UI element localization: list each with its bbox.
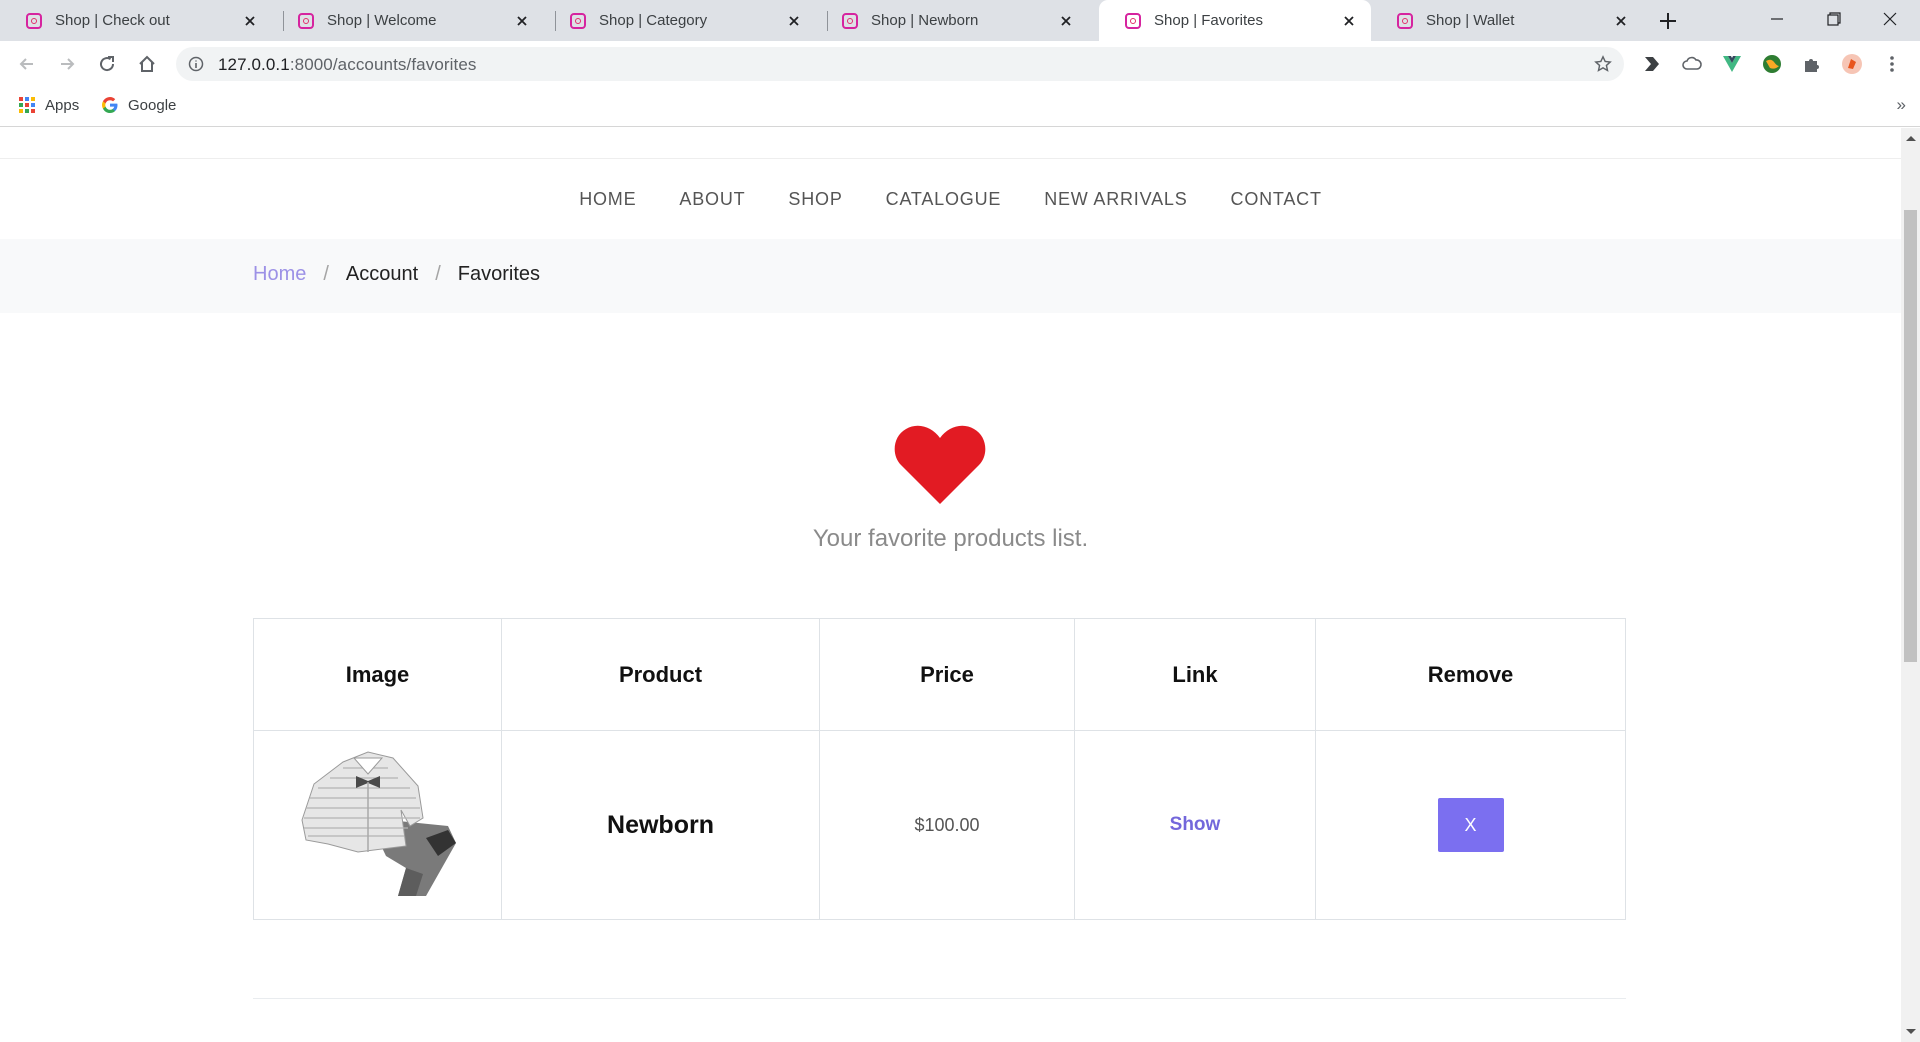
back-button[interactable]: [13, 50, 41, 78]
instagram-favicon-icon: [570, 12, 586, 29]
menu-kebab-icon[interactable]: [1881, 53, 1903, 75]
product-image[interactable]: [298, 748, 458, 898]
tab-title: Shop | Welcome: [327, 12, 437, 29]
close-icon[interactable]: [242, 13, 258, 29]
extension-arrow-icon[interactable]: [1641, 53, 1663, 75]
bookmark-google[interactable]: Google: [101, 96, 176, 114]
tab-title: Shop | Newborn: [871, 12, 979, 29]
main-nav: HOME ABOUT SHOP CATALOGUE NEW ARRIVALS C…: [0, 159, 1901, 239]
profile-avatar-icon[interactable]: [1841, 53, 1863, 75]
browser-tab[interactable]: Shop | Newborn: [816, 0, 1088, 41]
close-icon[interactable]: [514, 13, 530, 29]
divider: [253, 998, 1626, 999]
bookmark-star-icon[interactable]: [1594, 55, 1612, 73]
scroll-down-arrow-icon[interactable]: [1906, 1029, 1916, 1034]
page-viewport: HOME ABOUT SHOP CATALOGUE NEW ARRIVALS C…: [0, 128, 1901, 1042]
show-product-link[interactable]: Show: [1170, 814, 1221, 835]
nav-item-home[interactable]: HOME: [579, 189, 636, 210]
breadcrumb-home-link[interactable]: Home: [253, 263, 306, 286]
heart-icon: [894, 425, 986, 504]
close-window-icon[interactable]: [1875, 6, 1905, 32]
instagram-favicon-icon: [298, 12, 314, 29]
bookmarks-bar: Apps Google »: [0, 87, 1920, 127]
restore-icon[interactable]: [1818, 6, 1848, 32]
extensions-puzzle-icon[interactable]: [1801, 53, 1823, 75]
new-tab-plus-icon[interactable]: [1655, 8, 1681, 34]
product-price: $100.00: [914, 814, 980, 835]
url-text[interactable]: 127.0.0.1:8000/accounts/favorites: [218, 55, 477, 75]
product-name-cell: Newborn: [501, 730, 820, 920]
info-icon[interactable]: [188, 56, 204, 72]
instagram-favicon-icon: [26, 12, 42, 29]
breadcrumb-bar: Home / Account / Favorites: [0, 239, 1901, 313]
bookmarks-overflow-button[interactable]: »: [1897, 95, 1906, 115]
breadcrumb-current: Favorites: [457, 263, 540, 285]
column-header-image: Image: [253, 618, 502, 731]
close-icon[interactable]: [1058, 13, 1074, 29]
url-path: :8000/accounts/favorites: [289, 55, 477, 74]
apps-grid-icon: [19, 97, 35, 113]
reload-icon: [100, 56, 115, 72]
bookmark-label: Apps: [45, 96, 80, 114]
bookmark-apps[interactable]: Apps: [18, 96, 79, 114]
home-button[interactable]: [133, 50, 161, 78]
extension-globe-icon[interactable]: [1761, 53, 1783, 75]
instagram-favicon-icon: [1125, 12, 1141, 29]
column-header-remove: Remove: [1315, 618, 1626, 731]
tab-title: Shop | Wallet: [1426, 12, 1515, 29]
breadcrumb-separator: /: [323, 263, 329, 285]
extension-vuejs-icon[interactable]: [1721, 53, 1743, 75]
url-host: 127.0.0.1: [218, 55, 290, 74]
minimize-icon[interactable]: [1762, 6, 1792, 32]
tab-title: Shop | Check out: [55, 12, 170, 29]
page-scrollbar[interactable]: [1901, 128, 1920, 1042]
back-arrow-icon: [19, 58, 33, 70]
product-name: Newborn: [607, 810, 714, 839]
forward-button[interactable]: [53, 50, 81, 78]
browser-toolbar: 127.0.0.1:8000/accounts/favorites: [0, 41, 1920, 87]
browser-tab-active[interactable]: Shop | Favorites: [1099, 0, 1371, 41]
table-header-row: Image Product Price Link Remove: [253, 618, 1626, 731]
close-icon[interactable]: [1341, 13, 1357, 29]
browser-tab[interactable]: Shop | Welcome: [272, 0, 544, 41]
browser-tab[interactable]: Shop | Check out: [0, 0, 272, 41]
instagram-favicon-icon: [1397, 12, 1413, 29]
close-icon[interactable]: [1613, 13, 1629, 29]
reload-button[interactable]: [93, 50, 121, 78]
address-bar[interactable]: 127.0.0.1:8000/accounts/favorites: [176, 47, 1624, 81]
google-icon: [102, 97, 118, 113]
favorites-table: Image Product Price Link Remove Newborn …: [253, 618, 1626, 920]
tab-strip: Shop | Check out Shop | Welcome Shop | C…: [0, 0, 1920, 41]
browser-tab[interactable]: Shop | Category: [544, 0, 816, 41]
table-row: Newborn $100.00 Show X: [253, 730, 1626, 920]
forward-arrow-icon: [61, 58, 75, 70]
nav-item-shop[interactable]: SHOP: [788, 189, 842, 210]
nav-item-catalogue[interactable]: CATALOGUE: [886, 189, 1002, 210]
breadcrumb: Home / Account / Favorites: [253, 263, 540, 286]
scrollbar-thumb[interactable]: [1904, 210, 1917, 662]
link-cell: Show: [1074, 730, 1316, 920]
breadcrumb-separator: /: [435, 263, 441, 285]
browser-tab[interactable]: Shop | Wallet: [1371, 0, 1643, 41]
bookmark-label: Google: [128, 96, 177, 114]
extension-cloud-icon[interactable]: [1681, 53, 1703, 75]
instagram-favicon-icon: [842, 12, 858, 29]
column-header-link: Link: [1074, 618, 1316, 731]
home-icon: [139, 55, 155, 72]
tab-title: Shop | Favorites: [1154, 12, 1263, 29]
product-image-cell: [253, 730, 502, 920]
column-header-price: Price: [819, 618, 1075, 731]
tab-title: Shop | Category: [599, 12, 708, 29]
remove-favorite-button[interactable]: X: [1437, 798, 1504, 852]
nav-item-contact[interactable]: CONTACT: [1231, 189, 1322, 210]
price-cell: $100.00: [819, 730, 1075, 920]
scroll-up-arrow-icon[interactable]: [1906, 136, 1916, 141]
close-icon[interactable]: [786, 13, 802, 29]
nav-item-new-arrivals[interactable]: NEW ARRIVALS: [1044, 189, 1187, 210]
breadcrumb-account: Account: [345, 263, 419, 285]
nav-item-about[interactable]: ABOUT: [679, 189, 745, 210]
favorites-intro-text: Your favorite products list.: [812, 525, 1089, 552]
column-header-product: Product: [501, 618, 820, 731]
remove-cell: X: [1315, 730, 1626, 920]
